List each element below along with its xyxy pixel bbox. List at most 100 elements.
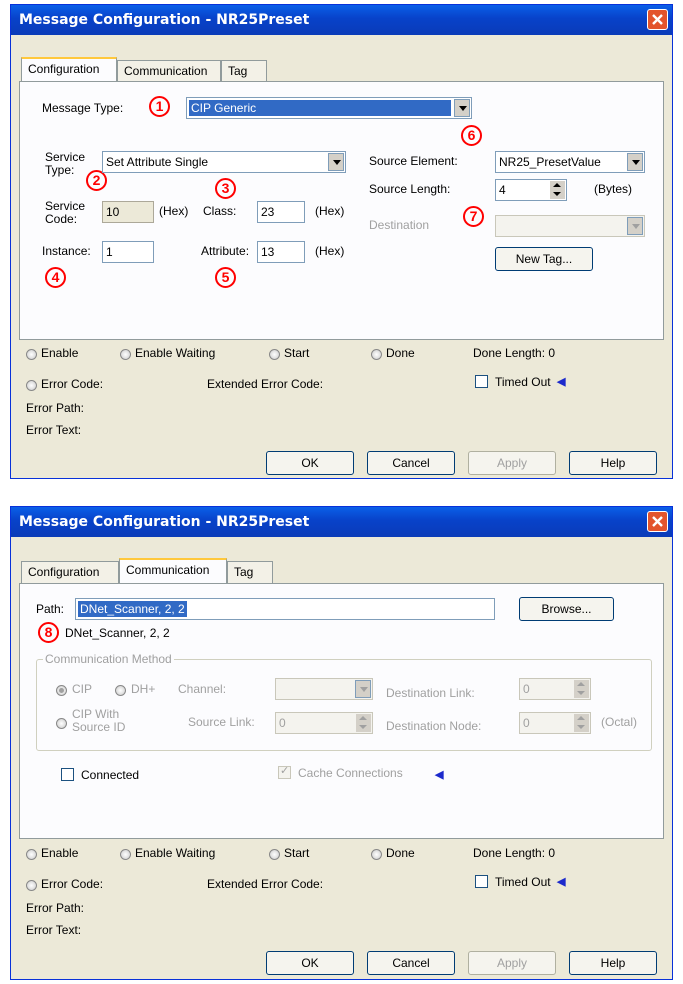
enable-indicator (26, 849, 37, 860)
communication-method-group (36, 659, 652, 751)
message-config-dialog-communication: Message Configuration - NR25Preset Confi… (10, 506, 673, 980)
timed-out-label: Timed Out (495, 875, 551, 889)
chevron-down-icon[interactable] (627, 217, 643, 235)
path-value: DNet_Scanner, 2, 2 (78, 601, 187, 617)
destination-link-stepper[interactable]: 0 (519, 678, 591, 700)
cancel-button[interactable]: Cancel (367, 951, 455, 975)
left-arrow-icon: ◀ (557, 876, 566, 888)
done-label: Done (386, 346, 415, 360)
close-icon (652, 516, 663, 527)
tab-communication[interactable]: Communication (119, 558, 227, 583)
cip-radio[interactable] (56, 685, 67, 696)
callout-5: 5 (215, 267, 236, 288)
dhplus-radio[interactable] (115, 685, 126, 696)
service-code-hex-label: (Hex) (159, 204, 189, 218)
error-code-label: Error Code: (41, 377, 104, 391)
start-label: Start (284, 846, 310, 860)
service-type-label-1: Service (45, 150, 86, 164)
left-arrow-icon: ◀ (435, 769, 444, 781)
path-resolved: DNet_Scanner, 2, 2 (65, 626, 170, 640)
help-button[interactable]: Help (569, 451, 657, 475)
new-tag-button[interactable]: New Tag... (495, 247, 593, 271)
instance-input[interactable]: 1 (102, 241, 154, 263)
service-type-dropdown[interactable]: Set Attribute Single (102, 151, 346, 173)
cache-connections-label: Cache Connections (298, 766, 403, 780)
source-link-stepper[interactable]: 0 (275, 712, 373, 734)
spinner-icon[interactable] (574, 714, 589, 732)
cancel-button[interactable]: Cancel (367, 451, 455, 475)
ok-button[interactable]: OK (266, 451, 354, 475)
configuration-panel: Message Type: 1 CIP Generic 6 Service Ty… (19, 81, 664, 340)
spinner-icon[interactable] (356, 714, 371, 732)
close-button[interactable] (647, 511, 668, 532)
chevron-down-icon[interactable] (328, 153, 344, 171)
source-link-label: Source Link: (188, 715, 255, 729)
close-icon (652, 14, 663, 25)
chevron-down-icon[interactable] (355, 680, 371, 698)
apply-button[interactable]: Apply (468, 951, 556, 975)
destination-node-stepper[interactable]: 0 (519, 712, 591, 734)
destination-label: Destination (369, 218, 430, 232)
destination-dropdown[interactable] (495, 215, 645, 237)
source-length-stepper[interactable]: 4 (495, 179, 567, 201)
callout-7: 7 (463, 206, 484, 227)
done-label: Done (386, 846, 415, 860)
timed-out-checkbox[interactable] (475, 875, 488, 888)
done-length-label: Done Length: 0 (473, 846, 556, 860)
cip-with-source-radio[interactable] (56, 718, 67, 729)
extended-error-code-label: Extended Error Code: (207, 877, 324, 891)
service-code-label-1: Service (45, 199, 86, 213)
source-length-label: Source Length: (369, 182, 451, 196)
start-indicator (269, 349, 280, 360)
callout-8: 8 (38, 622, 59, 643)
spinner-icon[interactable] (550, 181, 565, 199)
destination-node-label: Destination Node: (386, 719, 482, 733)
chevron-down-icon[interactable] (454, 99, 470, 117)
class-input[interactable]: 23 (257, 201, 305, 223)
help-button[interactable]: Help (569, 951, 657, 975)
enable-label: Enable (41, 346, 79, 360)
cache-connections-checkbox[interactable] (278, 764, 291, 779)
error-path-label: Error Path: (26, 401, 85, 415)
tab-tag[interactable]: Tag (227, 561, 273, 583)
enable-waiting-label: Enable Waiting (135, 346, 216, 360)
title-bar: Message Configuration - NR25Preset (11, 507, 672, 537)
message-config-dialog-configuration: Message Configuration - NR25Preset Confi… (10, 4, 673, 479)
source-element-dropdown[interactable]: NR25_PresetValue (495, 151, 645, 173)
tab-communication[interactable]: Communication (117, 60, 221, 82)
error-text-label: Error Text: (26, 423, 82, 437)
browse-button[interactable]: Browse... (519, 597, 614, 621)
source-element-label: Source Element: (369, 154, 458, 168)
error-code-indicator (26, 880, 37, 891)
enable-label: Enable (41, 846, 79, 860)
chevron-down-icon[interactable] (627, 153, 643, 171)
start-indicator (269, 849, 280, 860)
connected-checkbox[interactable] (61, 768, 74, 781)
tab-tag[interactable]: Tag (221, 60, 267, 82)
done-indicator (371, 849, 382, 860)
enable-indicator (26, 349, 37, 360)
class-label: Class: (203, 204, 237, 218)
service-code-field: 10 (102, 201, 154, 223)
dialog-title: Message Configuration - NR25Preset (19, 12, 310, 28)
path-input[interactable]: DNet_Scanner, 2, 2 (75, 598, 495, 620)
tab-configuration[interactable]: Configuration (21, 561, 119, 583)
ok-button[interactable]: OK (266, 951, 354, 975)
apply-button[interactable]: Apply (468, 451, 556, 475)
class-hex-label: (Hex) (315, 204, 345, 218)
callout-3: 3 (215, 178, 236, 199)
timed-out-checkbox[interactable] (475, 375, 488, 388)
path-label: Path: (36, 602, 65, 616)
enable-waiting-indicator (120, 849, 131, 860)
spinner-icon[interactable] (574, 680, 589, 698)
tab-configuration[interactable]: Configuration (21, 57, 117, 82)
done-indicator (371, 349, 382, 360)
service-code-label-2: Code: (45, 212, 78, 226)
close-button[interactable] (647, 9, 668, 30)
timed-out-label: Timed Out (495, 375, 551, 389)
extended-error-code-label: Extended Error Code: (207, 377, 324, 391)
attribute-input[interactable]: 13 (257, 241, 305, 263)
message-type-dropdown[interactable]: CIP Generic (186, 97, 472, 119)
callout-2: 2 (86, 170, 107, 191)
channel-dropdown[interactable] (275, 678, 373, 700)
